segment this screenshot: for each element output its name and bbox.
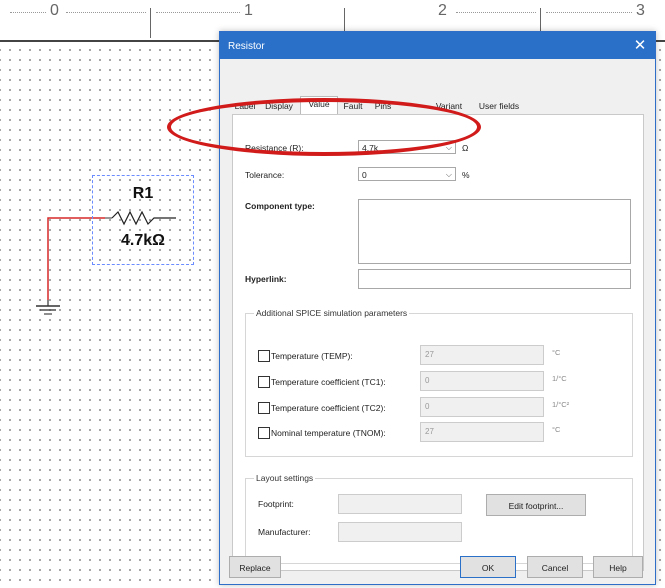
- resistance-field[interactable]: 4.7k ⌵: [358, 140, 456, 154]
- tolerance-value: 0: [362, 170, 367, 180]
- temp-field[interactable]: 27: [420, 345, 544, 365]
- component-type-label: Component type:: [245, 201, 315, 211]
- temp-unit: °C: [552, 348, 561, 357]
- close-icon[interactable]: ✕: [630, 36, 650, 54]
- resistor-dialog: Resistor ✕ Label Display Value Fault Pin…: [219, 31, 656, 585]
- tc2-field[interactable]: 0: [420, 397, 544, 417]
- resistor-refdes: R1: [132, 185, 154, 202]
- component-type-field[interactable]: [358, 199, 631, 264]
- tc1-unit: 1/°C: [552, 374, 567, 383]
- tnom-unit: °C: [552, 425, 561, 434]
- manufacturer-field[interactable]: [338, 522, 462, 542]
- tab-label[interactable]: Label: [232, 99, 258, 114]
- dialog-titlebar[interactable]: Resistor ✕: [220, 32, 655, 59]
- tc1-field[interactable]: 0: [420, 371, 544, 391]
- manufacturer-label: Manufacturer:: [258, 527, 311, 537]
- footprint-field[interactable]: [338, 494, 462, 514]
- layout-settings-title: Layout settings: [254, 473, 316, 483]
- ok-button[interactable]: OK: [460, 556, 516, 578]
- resistance-unit: Ω: [462, 143, 469, 153]
- spice-params-group: Additional SPICE simulation parameters T…: [245, 308, 633, 457]
- chevron-down-icon[interactable]: ⌵: [446, 168, 452, 182]
- hyperlink-label: Hyperlink:: [245, 274, 287, 284]
- tc2-unit: 1/°C²: [552, 400, 570, 409]
- temp-checkbox[interactable]: [258, 350, 270, 362]
- tab-value[interactable]: Value: [300, 96, 338, 116]
- tolerance-field[interactable]: 0 ⌵: [358, 167, 456, 181]
- hyperlink-field[interactable]: [358, 269, 631, 289]
- resistance-value: 4.7k: [362, 143, 379, 153]
- temp-label: Temperature (TEMP):: [271, 351, 353, 361]
- tc1-checkbox[interactable]: [258, 376, 270, 388]
- tab-display[interactable]: Display: [260, 99, 298, 114]
- tnom-field[interactable]: 27: [420, 422, 544, 442]
- cancel-button[interactable]: Cancel: [527, 556, 583, 578]
- resistor-value-label: 4.7kΩ: [121, 232, 165, 249]
- ground-symbol[interactable]: [36, 300, 60, 315]
- tnom-label: Nominal temperature (TNOM):: [271, 428, 386, 438]
- tab-fault[interactable]: Fault: [338, 99, 368, 114]
- dialog-title: Resistor: [228, 41, 265, 52]
- tab-pins[interactable]: Pins: [370, 99, 396, 114]
- tnom-checkbox[interactable]: [258, 427, 270, 439]
- dialog-body: Label Display Value Fault Pins Variant U…: [220, 59, 655, 584]
- tc1-label: Temperature coefficient (TC1):: [271, 377, 386, 387]
- resistance-label: Resistance (R):: [245, 143, 304, 153]
- spice-params-title: Additional SPICE simulation parameters: [254, 308, 410, 318]
- replace-button[interactable]: Replace: [229, 556, 281, 578]
- layout-settings-group: Layout settings Footprint: Edit footprin…: [245, 473, 633, 564]
- edit-footprint-button[interactable]: Edit footprint...: [486, 494, 586, 516]
- chevron-down-icon[interactable]: ⌵: [446, 141, 452, 155]
- tolerance-label: Tolerance:: [245, 170, 285, 180]
- tc2-checkbox[interactable]: [258, 402, 270, 414]
- tc2-label: Temperature coefficient (TC2):: [271, 403, 386, 413]
- help-button[interactable]: Help: [593, 556, 643, 578]
- tolerance-unit: %: [462, 170, 470, 180]
- tab-variant[interactable]: Variant: [428, 99, 470, 114]
- footprint-label: Footprint:: [258, 499, 294, 509]
- tab-user-fields[interactable]: User fields: [472, 99, 526, 114]
- value-tab-panel: Resistance (R): 4.7k ⌵ Ω Tolerance: 0 ⌵ …: [232, 114, 644, 571]
